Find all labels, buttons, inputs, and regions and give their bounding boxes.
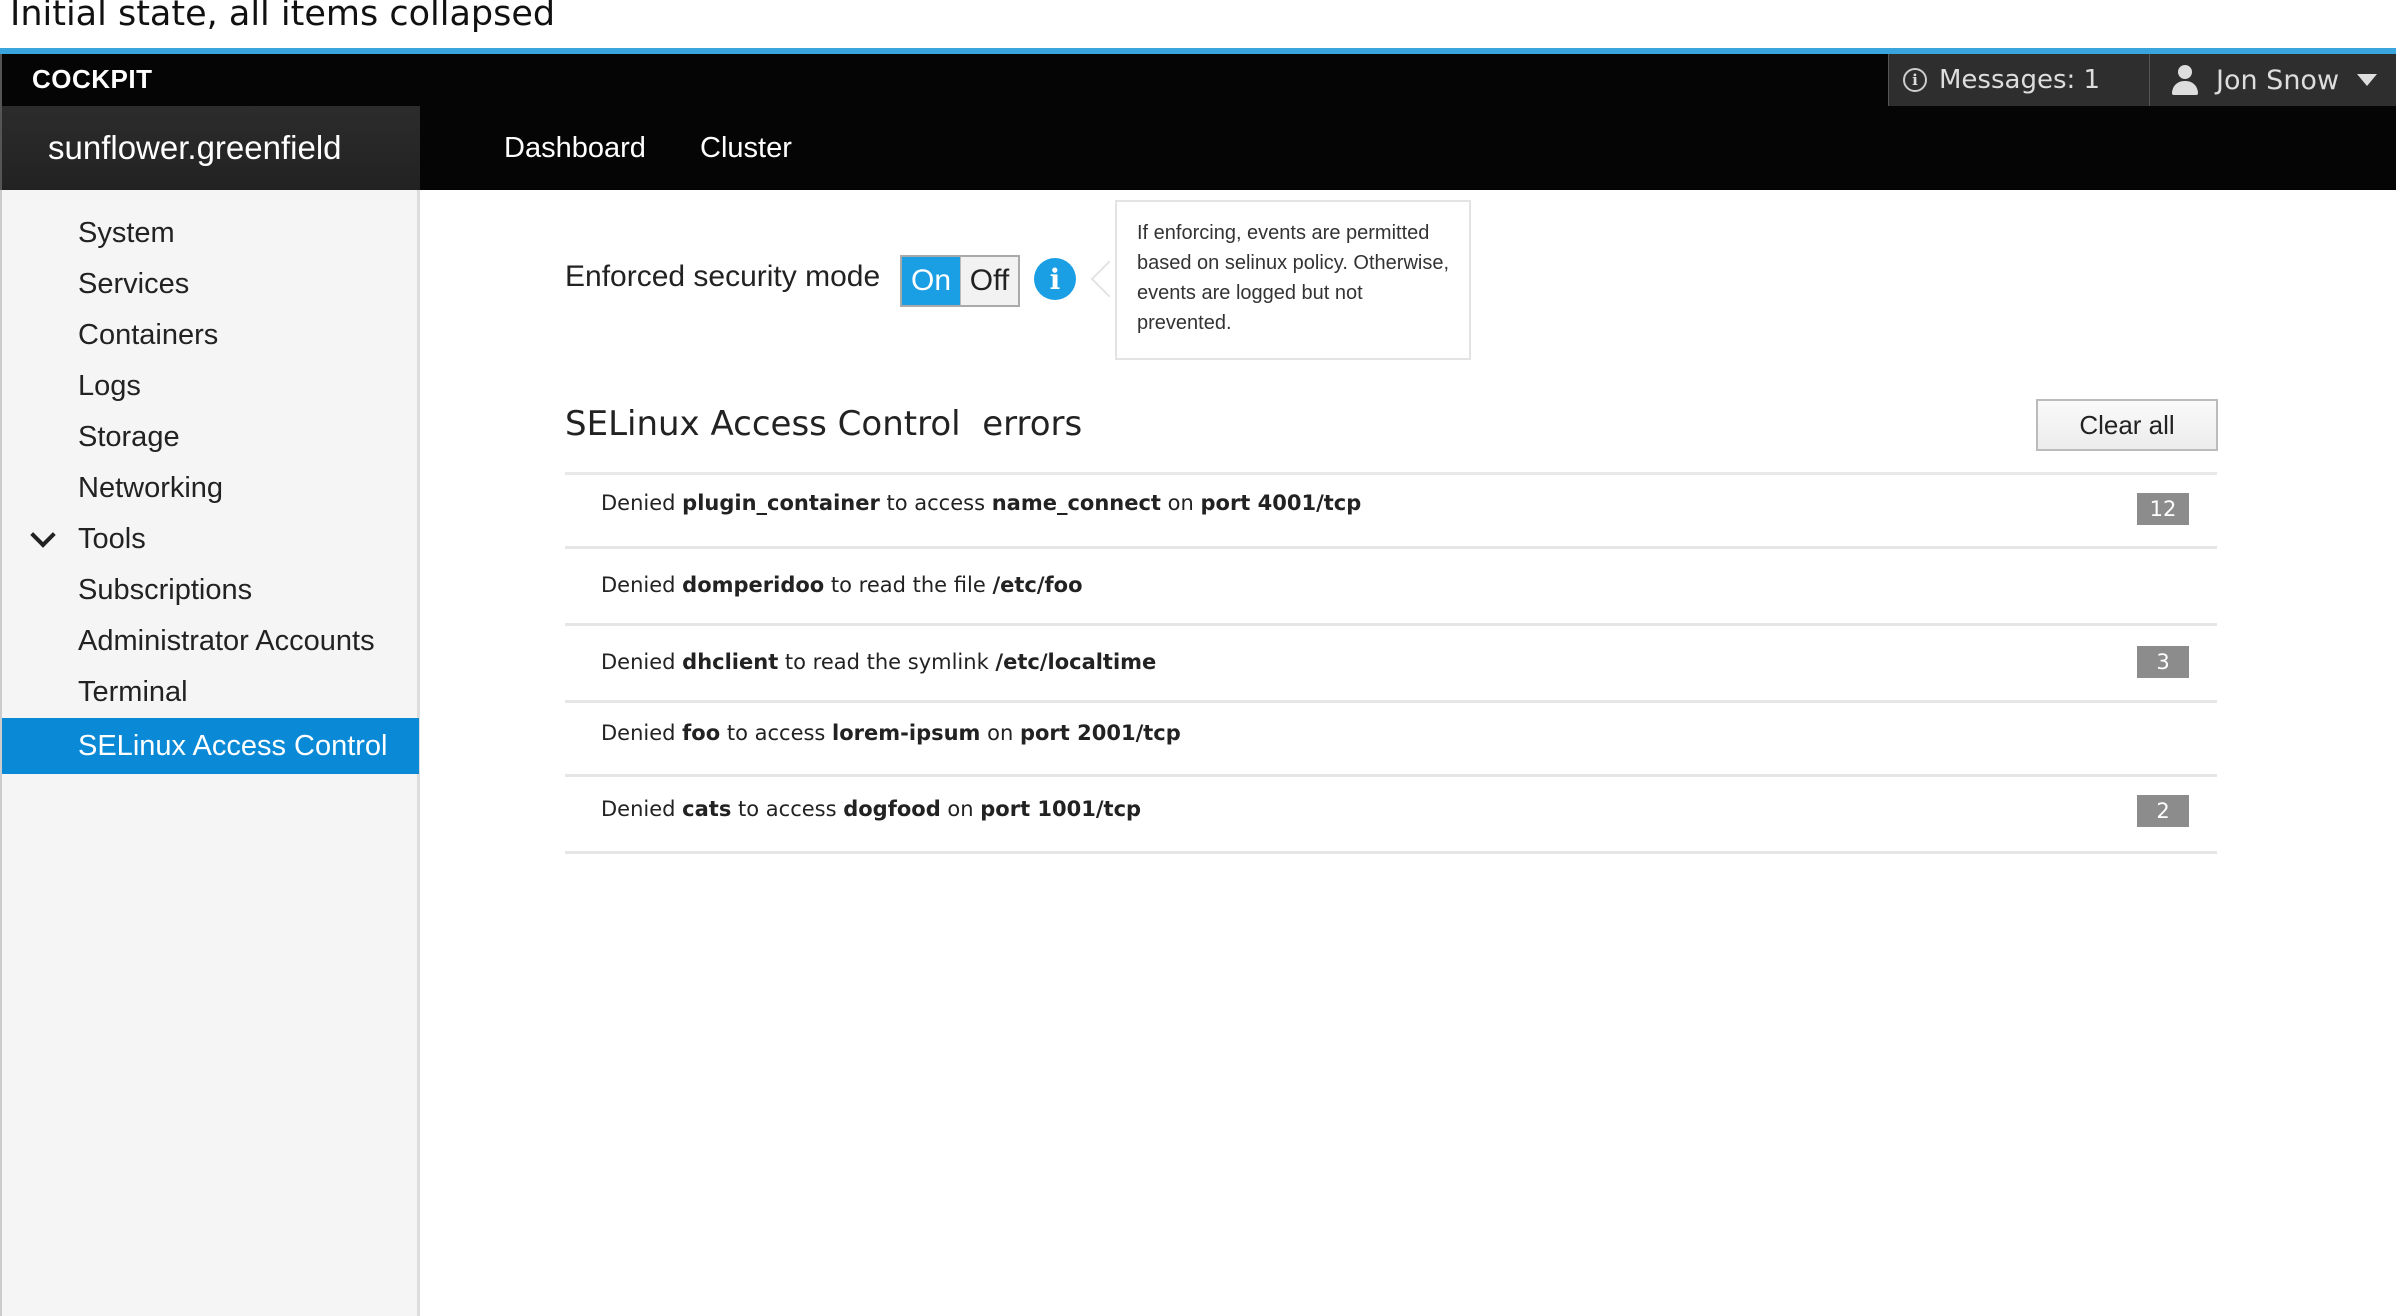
top-bar: COCKPIT i Messages: 1 Jon Snow (0, 54, 2396, 106)
info-circle-icon: i (1903, 68, 1927, 92)
error-row[interactable]: Denied dhclient to read the symlink /etc… (565, 626, 2217, 703)
sidebar-item-label: Subscriptions (78, 574, 253, 606)
sidebar-item-label: Storage (78, 421, 180, 453)
error-message: Denied foo to access lorem-ipsum on port… (601, 721, 1181, 745)
messages-button[interactable]: i Messages: 1 (1888, 54, 2150, 106)
count-badge: 12 (2137, 493, 2189, 525)
user-name: Jon Snow (2216, 64, 2340, 96)
sidebar-item-containers[interactable]: Containers (2, 310, 419, 361)
clear-all-button[interactable]: Clear all (2036, 399, 2218, 451)
sidebar-item-tools[interactable]: Tools (2, 514, 419, 565)
user-menu[interactable]: Jon Snow (2150, 54, 2396, 106)
error-row[interactable]: Denied plugin_container to access name_c… (565, 475, 2217, 549)
sidebar-item-label: Tools (78, 523, 146, 555)
enforce-mode-label: Enforced security mode (565, 260, 881, 293)
error-row[interactable]: Denied domperidoo to read the file /etc/… (565, 549, 2217, 626)
sidebar-item-storage[interactable]: Storage (2, 412, 419, 463)
count-badge: 2 (2137, 795, 2189, 827)
sidebar-item-label: System (78, 217, 175, 249)
messages-label: Messages: 1 (1939, 65, 2101, 95)
state-caption: Initial state, all items collapsed (10, 0, 556, 34)
nav-link-cluster[interactable]: Cluster (700, 106, 792, 190)
tooltip: If enforcing, events are permitted based… (1115, 200, 1471, 360)
sidebar-item-label: Administrator Accounts (78, 625, 375, 657)
error-message: Denied plugin_container to access name_c… (601, 491, 1362, 515)
toggle-off[interactable]: Off (960, 257, 1018, 305)
error-list: Denied plugin_container to access name_c… (565, 472, 2217, 854)
sidebar-item-subscriptions[interactable]: Subscriptions (2, 565, 419, 616)
error-message: Denied cats to access dogfood on port 10… (601, 797, 1142, 821)
sidebar-item-networking[interactable]: Networking (2, 463, 419, 514)
section-title: SELinux Access Control errors (565, 404, 1083, 444)
chevron-down-icon (30, 522, 56, 548)
sidebar-item-administrator-accounts[interactable]: Administrator Accounts (2, 616, 419, 667)
sidebar-item-terminal[interactable]: Terminal (2, 667, 419, 718)
nav-bar: sunflower.greenfield Dashboard Cluster (0, 106, 2396, 190)
sidebar-item-label: Logs (78, 370, 141, 402)
sidebar-item-label: Containers (78, 319, 219, 351)
sidebar-item-selinux[interactable]: SELinux Access Control (2, 718, 419, 774)
nav-link-dashboard[interactable]: Dashboard (504, 106, 646, 190)
enforce-mode-toggle[interactable]: On Off (900, 255, 1020, 307)
sidebar-item-label: Networking (78, 472, 224, 504)
caret-down-icon (2357, 74, 2378, 86)
count-badge: 3 (2137, 646, 2189, 678)
sidebar-item-label: Services (78, 268, 190, 300)
sidebar-item-label: SELinux Access Control (78, 729, 388, 762)
toggle-on[interactable]: On (902, 257, 960, 305)
error-row[interactable]: Denied cats to access dogfood on port 10… (565, 777, 2217, 854)
host-selector[interactable]: sunflower.greenfield (0, 106, 420, 190)
sidebar-item-system[interactable]: System (2, 208, 419, 259)
user-icon (2172, 65, 2198, 95)
sidebar: System Services Containers Logs Storage … (0, 190, 420, 1316)
error-row[interactable]: Denied foo to access lorem-ipsum on port… (565, 703, 2217, 777)
sidebar-item-services[interactable]: Services (2, 259, 419, 310)
brand-logo: COCKPIT (32, 64, 153, 94)
sidebar-item-label: Terminal (78, 676, 188, 708)
error-message: Denied domperidoo to read the file /etc/… (601, 573, 1083, 597)
sidebar-item-logs[interactable]: Logs (2, 361, 419, 412)
info-icon[interactable]: i (1034, 258, 1076, 300)
error-message: Denied dhclient to read the symlink /etc… (601, 650, 1157, 674)
